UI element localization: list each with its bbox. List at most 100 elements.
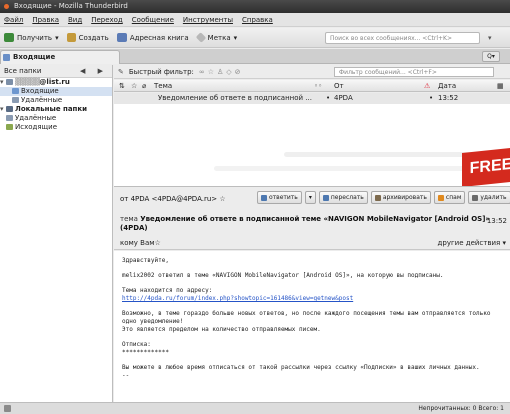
tag-button[interactable]: Метка ▾ (195, 32, 238, 43)
to-label: кому (120, 239, 138, 247)
folder-outbox-label: Исходящие (15, 123, 58, 131)
menu-view[interactable]: Вид (68, 13, 82, 26)
write-button[interactable]: Создать (66, 33, 109, 42)
forward-button[interactable]: переслать (318, 191, 368, 204)
message-time: 13:52 (486, 217, 507, 225)
address-book-button[interactable]: Адресная книга (116, 33, 189, 42)
global-search-input[interactable]: Поиск во всех сообщениях... <Ctrl+K> (325, 32, 480, 44)
message-subject-line: тема Уведомление об ответе в подписанной… (120, 215, 500, 233)
unread-dot-icon[interactable]: • (326, 93, 330, 104)
spam-button[interactable]: спам (433, 191, 466, 204)
menu-go[interactable]: Переход (91, 13, 123, 26)
get-mail-icon (4, 33, 14, 42)
get-mail-label: Получить (17, 33, 53, 42)
body-footer: Вы можете в любое время отписаться от та… (122, 364, 480, 371)
column-from[interactable]: От (334, 80, 344, 92)
delete-button[interactable]: удалить (468, 191, 510, 204)
address-book-icon (116, 33, 127, 42)
menu-file[interactable]: Файл (4, 13, 23, 26)
message-from: 4PDA (334, 94, 353, 102)
sender-text[interactable]: от 4PDA <4PDA@4PDA.ru> (120, 195, 217, 203)
chevron-down-icon: ▾ (233, 33, 238, 42)
attachment-column-icon[interactable]: ⌀ (142, 80, 146, 92)
tag-icon (195, 32, 206, 43)
inbox-icon (3, 54, 10, 61)
body-note-2: одно уведомление! (122, 318, 184, 325)
spam-icon (437, 194, 444, 201)
subject-text: Уведомление об ответе в подписанной теме… (120, 215, 490, 232)
to-text[interactable]: Вам (140, 239, 154, 247)
folder-inbox[interactable]: Входящие (0, 87, 112, 96)
star-column-icon[interactable]: ☆ (131, 80, 137, 92)
message-actions: ответить ▾ переслать архивировать спам у… (257, 191, 510, 204)
archive-button[interactable]: архивировать (370, 191, 431, 204)
archive-icon (374, 194, 381, 201)
quick-filter-bar: ✎ Быстрый фильтр: ∞☆♙◇⊘ Фильтр сообщений… (114, 65, 510, 79)
chevron-down-icon[interactable]: ▾ (55, 34, 59, 42)
folder-view-arrows-icon[interactable]: ◀ ▶ (80, 65, 108, 78)
message-date: 13:52 (438, 94, 459, 102)
write-icon (66, 33, 76, 42)
folder-account[interactable]: ▾ ▓▓▓▓▓@list.ru (0, 78, 112, 87)
tab-bar: Входящие Q▾ (0, 49, 510, 64)
watermark-text (284, 152, 484, 157)
body-topic-label: Тема находится по адресу: (122, 287, 213, 294)
toolbar-menu-icon[interactable]: ▾ (488, 34, 500, 43)
trash-icon (6, 115, 13, 121)
menu-help[interactable]: Справка (242, 13, 273, 26)
menu-bar: Файл Правка Вид Переход Сообщение Инстру… (0, 13, 510, 27)
folder-local-trash[interactable]: Удалённые (0, 114, 112, 123)
read-column-icon[interactable]: ◦◦ (314, 80, 322, 92)
message-sender: от 4PDA <4PDA@4PDA.ru> ☆ (120, 195, 226, 203)
menu-edit[interactable]: Правка (32, 13, 59, 26)
star-icon[interactable]: ☆ (219, 195, 225, 203)
body-signature-sep: -- (122, 372, 130, 379)
free-promo-badge: FREE (462, 146, 510, 188)
body-stars: ************* (122, 349, 169, 356)
title-bar: Входящие - Mozilla Thunderbird (0, 0, 510, 13)
tab-inbox[interactable]: Входящие (0, 50, 120, 64)
folder-local[interactable]: ▾ Локальные папки (0, 105, 112, 114)
column-subject[interactable]: Тема (154, 80, 172, 92)
body-note-1: Возможно, в теме гораздо больше новых от… (122, 310, 491, 317)
column-picker-icon[interactable]: ▦ (497, 80, 504, 92)
folder-trash-label: Удалённые (21, 96, 63, 104)
other-actions-button[interactable]: другие действия ▾ (438, 239, 506, 247)
account-icon (6, 79, 13, 85)
table-row[interactable]: Уведомление об ответе в подписанной ... … (114, 93, 510, 104)
folder-local-trash-label: Удалённые (15, 114, 57, 122)
tag-label: Метка (207, 33, 231, 42)
topic-link[interactable]: http://4pda.ru/forum/index.php?showtopic… (122, 295, 510, 303)
archive-label: архивировать (382, 194, 427, 201)
other-actions-label: другие действия (437, 239, 501, 247)
junk-dot-icon[interactable]: • (429, 93, 433, 104)
menu-message[interactable]: Сообщение (132, 13, 174, 26)
address-book-label: Адресная книга (129, 33, 189, 42)
tab-inbox-label: Входящие (13, 53, 56, 61)
junk-column-icon[interactable]: ⚠ (424, 80, 430, 92)
column-date[interactable]: Дата (438, 80, 456, 92)
menu-tools[interactable]: Инструменты (183, 13, 233, 26)
app-icon (4, 4, 9, 9)
folder-local-label: Локальные папки (15, 105, 88, 113)
window-title: Входящие - Mozilla Thunderbird (14, 2, 128, 10)
write-label: Создать (78, 33, 109, 42)
reply-menu-button[interactable]: ▾ (304, 191, 316, 204)
folder-pane-header: Все папки ◀ ▶ (0, 65, 112, 78)
get-mail-button[interactable]: Получить ▾ (4, 33, 59, 42)
folder-pane: Все папки ◀ ▶ ▾ ▓▓▓▓▓@list.ru Входящие Уд… (0, 65, 113, 402)
thread-icon[interactable]: ⇅ (119, 80, 125, 92)
reply-button[interactable]: ответить (257, 191, 302, 204)
folder-trash[interactable]: Удалённые (0, 96, 112, 105)
star-icon[interactable]: ☆ (155, 239, 161, 247)
delete-icon (472, 194, 479, 201)
activity-icon[interactable] (4, 405, 11, 412)
pin-icon[interactable]: ✎ (118, 68, 124, 76)
filter-toggles-icon[interactable]: ∞☆♙◇⊘ (199, 68, 244, 76)
quick-filter-input[interactable]: Фильтр сообщений... <Ctrl+F> (334, 67, 494, 77)
tab-list-button[interactable]: Q▾ (482, 51, 500, 62)
folder-view-label[interactable]: Все папки (4, 67, 41, 75)
subject-label: тема (120, 215, 138, 223)
folder-outbox[interactable]: Исходящие (0, 123, 112, 132)
trash-icon (12, 97, 19, 103)
